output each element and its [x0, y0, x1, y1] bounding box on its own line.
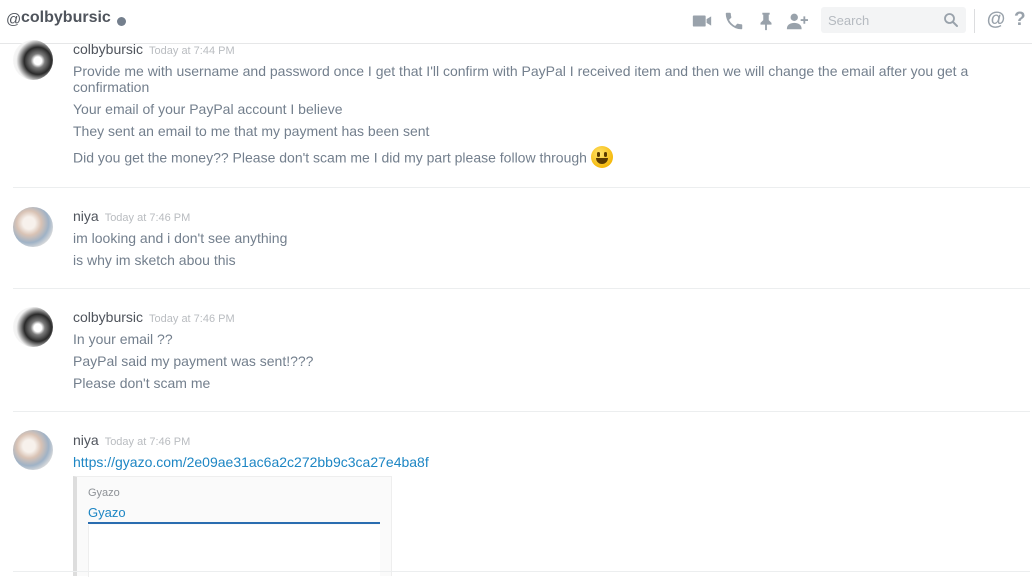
- message-author[interactable]: colbybursic Today at 7:44 PM: [73, 41, 235, 57]
- embed-title-underline: [88, 522, 380, 524]
- add-friend-icon[interactable]: [786, 10, 808, 32]
- dm-at-symbol: @: [6, 11, 22, 28]
- link-embed: Gyazo Gyazo: [73, 476, 392, 577]
- message-line: Please don't scam me: [73, 375, 211, 391]
- message-timestamp: Today at 7:46 PM: [149, 313, 235, 325]
- message-timestamp: Today at 7:46 PM: [104, 436, 191, 448]
- message-line: is why im sketch abou this: [73, 252, 236, 268]
- message-author[interactable]: niya Today at 7:46 PM: [73, 208, 190, 224]
- voice-call-icon[interactable]: [723, 10, 745, 32]
- avatar[interactable]: [13, 40, 53, 80]
- embed-title-link[interactable]: Gyazo: [88, 505, 126, 520]
- message-divider: [13, 288, 1030, 289]
- message-divider: [13, 571, 1030, 572]
- smiley-emoji-icon: [590, 146, 613, 168]
- message-timestamp: Today at 7:44 PM: [149, 45, 235, 57]
- author-name[interactable]: niya: [73, 432, 99, 448]
- search-bar[interactable]: [821, 7, 966, 33]
- status-indicator: [117, 17, 126, 26]
- message-line: Your email of your PayPal account I beli…: [73, 101, 343, 117]
- message-line: Did you get the money?? Please don't sca…: [73, 149, 587, 166]
- search-icon[interactable]: [942, 11, 960, 29]
- video-call-icon[interactable]: [691, 10, 713, 32]
- help-icon[interactable]: ?: [1014, 9, 1032, 31]
- message-line: Provide me with username and password on…: [73, 63, 969, 95]
- channel-header: @ colbybursic @ ?: [0, 0, 1032, 44]
- gyazo-link[interactable]: https://gyazo.com/2e09ae31ac6a2c272bb9c3…: [73, 454, 429, 470]
- search-input[interactable]: [821, 7, 931, 33]
- avatar[interactable]: [13, 307, 53, 347]
- message-link-line: https://gyazo.com/2e09ae31ac6a2c272bb9c3…: [73, 454, 1003, 470]
- message-line: They sent an email to me that my payment…: [73, 123, 430, 139]
- message-divider: [13, 187, 1030, 188]
- author-name[interactable]: niya: [73, 208, 99, 224]
- channel-title: colbybursic: [21, 9, 111, 26]
- message-line: PayPal said my payment was sent!???: [73, 353, 314, 369]
- avatar[interactable]: [13, 430, 53, 470]
- mentions-icon[interactable]: @: [985, 9, 1007, 31]
- message-line-with-emoji: Did you get the money?? Please don't sca…: [73, 146, 1003, 170]
- header-divider: [974, 9, 975, 33]
- message-divider: [13, 411, 1030, 412]
- message-timestamp: Today at 7:46 PM: [104, 212, 191, 224]
- author-name[interactable]: colbybursic: [73, 309, 143, 325]
- message-author[interactable]: niya Today at 7:46 PM: [73, 432, 190, 448]
- pin-icon[interactable]: [755, 10, 777, 32]
- message-author[interactable]: colbybursic Today at 7:46 PM: [73, 309, 235, 325]
- message-line: im looking and i don't see anything: [73, 230, 288, 246]
- embed-image[interactable]: [88, 525, 380, 577]
- author-name[interactable]: colbybursic: [73, 41, 143, 57]
- embed-provider: Gyazo: [88, 487, 120, 499]
- message-line: In your email ??: [73, 331, 173, 347]
- avatar[interactable]: [13, 207, 53, 247]
